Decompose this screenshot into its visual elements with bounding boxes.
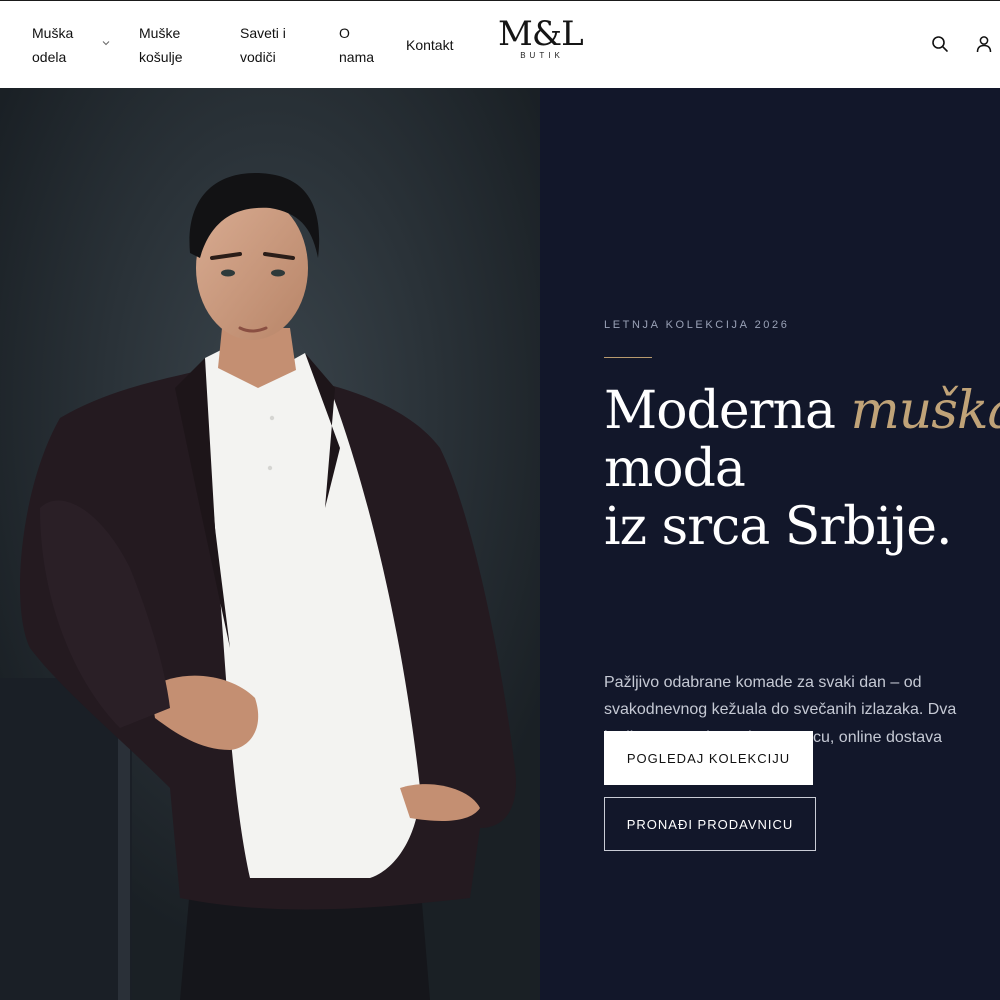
headline-accent: muška — [850, 381, 1000, 441]
nav-label-line1: Saveti i — [240, 25, 286, 41]
gold-divider — [604, 357, 652, 358]
chevron-down-icon[interactable] — [102, 39, 110, 47]
nav-label-line2: vodiči — [240, 49, 276, 65]
hero-content: LETNJA KOLEKCIJA 2026 Moderna muška moda… — [540, 88, 1000, 1000]
nav-item-kontakt[interactable]: Kontakt — [406, 33, 453, 57]
site-header: Muška odela Muške košulje Saveti i vodič… — [0, 0, 1000, 88]
nav-label-line2: odela — [32, 49, 67, 65]
view-collection-button[interactable]: POGLEDAJ KOLEKCIJU — [604, 731, 813, 785]
hero-headline: Moderna muška moda iz srca Srbije. — [604, 382, 1000, 556]
nav-label-line2: košulje — [139, 49, 183, 65]
nav-label-line1: Muška — [32, 25, 74, 41]
nav-label: Kontakt — [406, 37, 454, 53]
hero-model-illustration — [0, 88, 540, 1000]
nav-item-muska-odela[interactable]: Muška odela — [32, 21, 73, 69]
collection-eyebrow: LETNJA KOLEKCIJA 2026 — [604, 319, 790, 331]
logo-wordmark: M&L — [498, 14, 584, 54]
user-icon[interactable] — [975, 35, 993, 53]
nav-item-muske-kosulje[interactable]: Muške košulje — [139, 21, 183, 69]
description-line: svakodnevnog kežuala do svečanih izlazak… — [604, 701, 957, 719]
headline-part-1: Moderna — [604, 381, 851, 441]
headline-line-3: iz srca Srbije. — [604, 497, 953, 557]
nav-label-line1: Muške — [139, 25, 181, 41]
headline-line-1: Moderna muška — [604, 382, 1000, 440]
hero-image — [0, 88, 540, 1000]
description-line: Pažljivo odabrane komade za svaki dan – … — [604, 674, 922, 691]
find-store-button[interactable]: PRONAĐI PRODAVNICU — [604, 797, 816, 851]
search-icon[interactable] — [931, 35, 949, 53]
headline-line-2: moda — [604, 439, 746, 499]
nav-item-saveti-i-vodici[interactable]: Saveti i vodiči — [240, 21, 286, 69]
nav-label-line1: O — [339, 25, 350, 41]
nav-item-o-nama[interactable]: O nama — [339, 21, 374, 69]
brand-logo[interactable]: M&L BUTIK — [498, 14, 584, 60]
nav-label-line2: nama — [339, 49, 375, 65]
